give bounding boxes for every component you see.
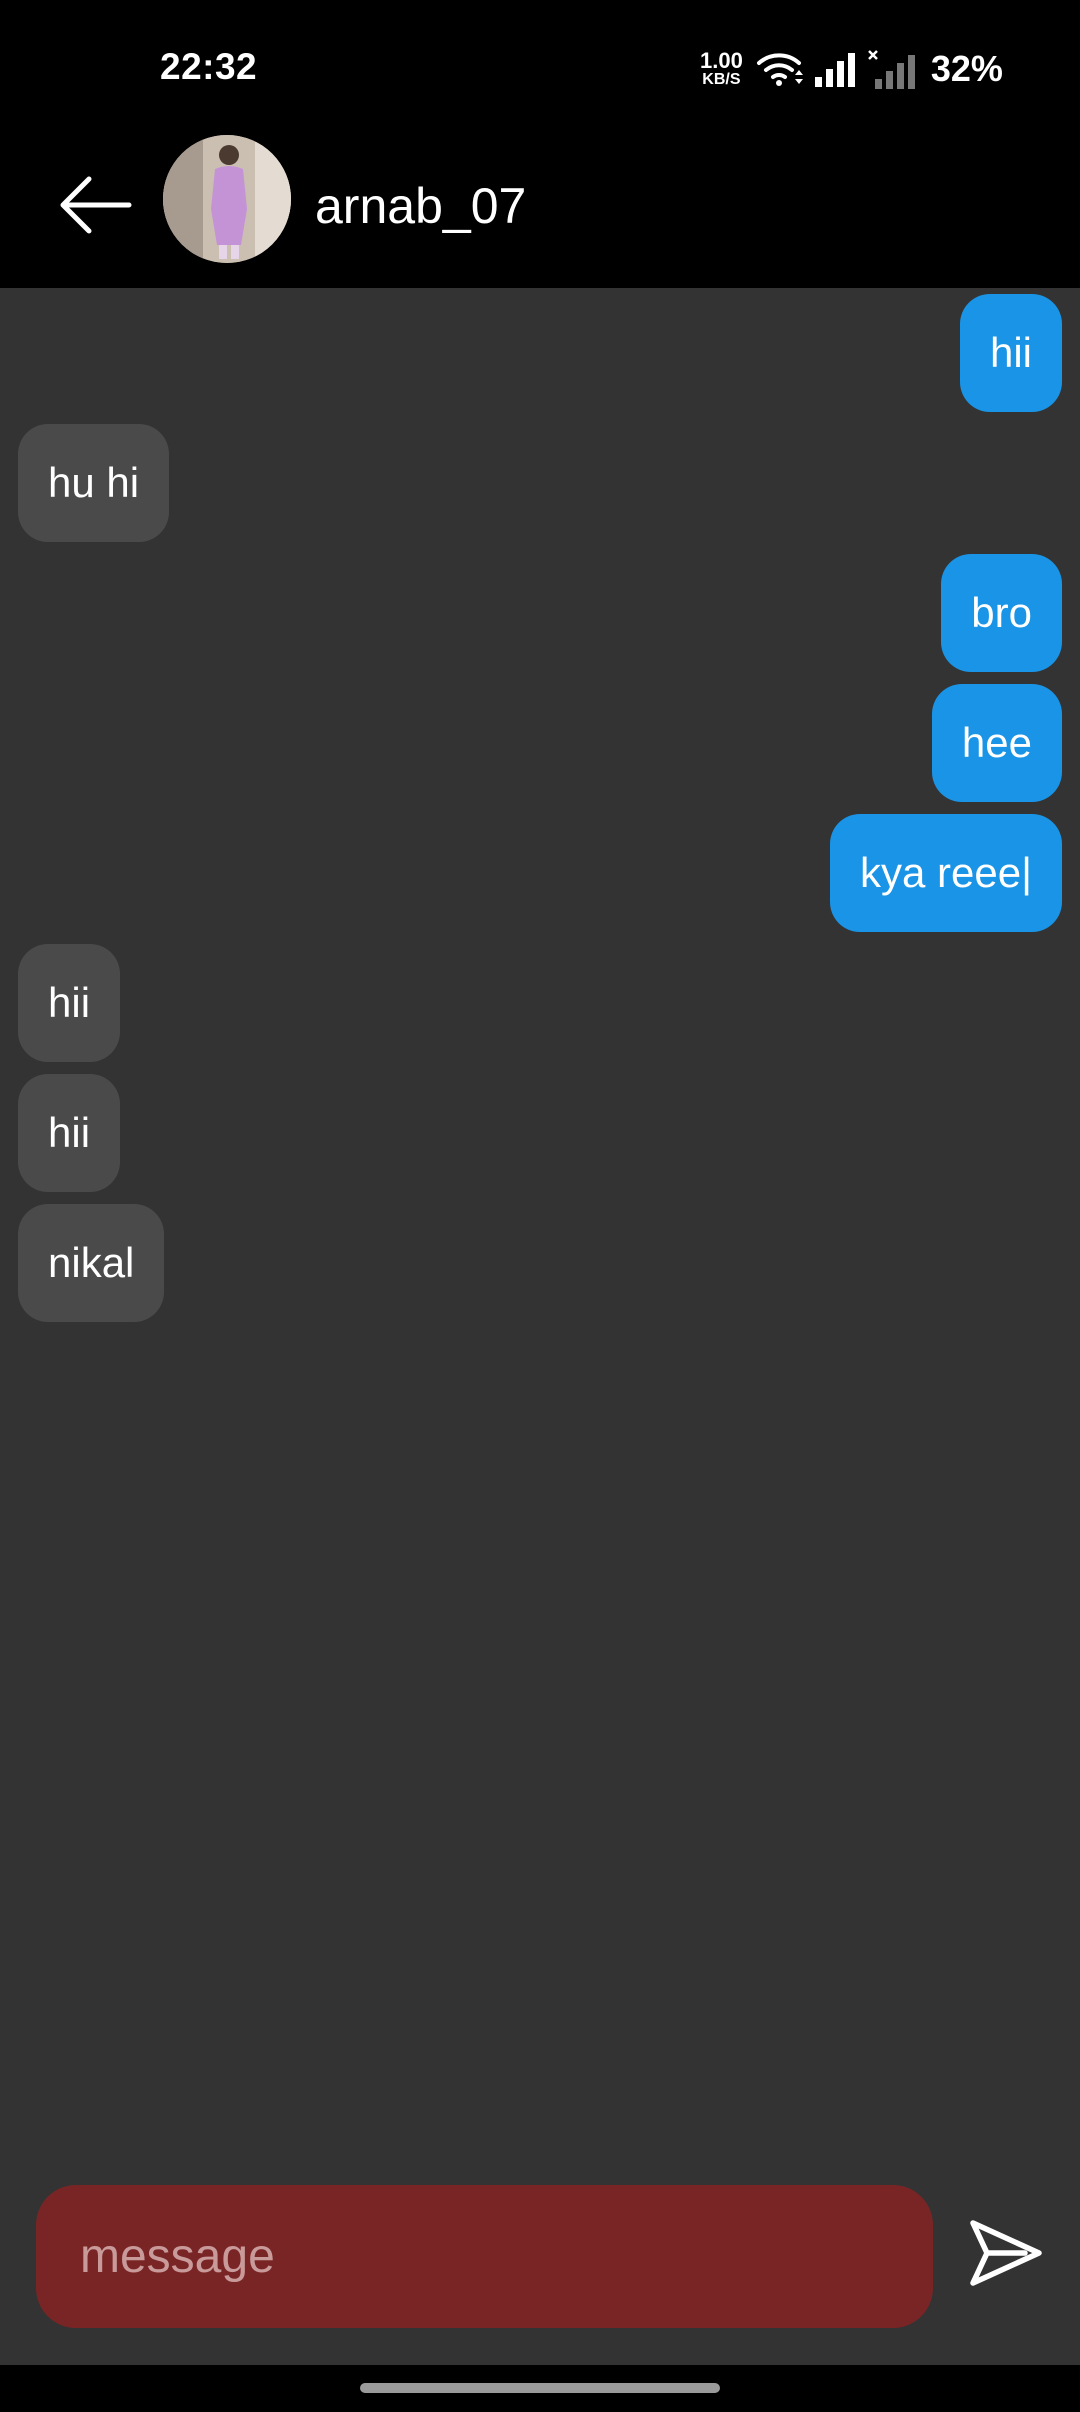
signal-no-service-icon <box>867 50 915 89</box>
home-indicator[interactable] <box>360 2383 720 2393</box>
message-bubble-sent[interactable]: kya reee| <box>830 814 1062 932</box>
avatar[interactable] <box>163 135 291 263</box>
back-button[interactable] <box>55 165 135 245</box>
network-speed-value: 1.00 <box>700 48 743 73</box>
signal-icon <box>814 53 855 87</box>
send-button[interactable] <box>955 2203 1055 2303</box>
send-icon <box>970 2220 1042 2286</box>
message-bubble-sent[interactable]: hii <box>959 294 1062 412</box>
message-bubble-received[interactable]: hii <box>18 1074 121 1192</box>
status-time: 22:32 <box>160 46 258 87</box>
system-nav-bar <box>0 2365 1080 2412</box>
message-bubble-received[interactable]: hii <box>18 944 121 1062</box>
battery-level: 32% <box>930 48 1003 89</box>
contact-name[interactable]: arnab_07 <box>315 177 526 235</box>
arrow-left-icon <box>60 176 132 234</box>
status-bar: 22:32 1.00 KB/S 32% <box>0 0 1080 135</box>
message-bubble-received[interactable]: nikal <box>18 1204 165 1322</box>
wifi-icon <box>756 53 803 86</box>
status-icons: 1.00 KB/S 32% <box>700 44 1003 94</box>
network-speed: 1.00 KB/S <box>700 50 743 88</box>
avatar-photo <box>163 135 291 263</box>
message-bubble-received[interactable]: hu hi <box>18 424 170 542</box>
message-list[interactable]: hii hu hi bro hee kya reee| hii hii nika… <box>0 288 1080 2365</box>
message-bubble-sent[interactable]: hee <box>931 684 1062 802</box>
chat-header: arnab_07 <box>0 135 1080 288</box>
message-bubble-sent[interactable]: bro <box>941 554 1062 672</box>
network-speed-unit: KB/S <box>702 71 741 88</box>
message-input[interactable] <box>36 2185 933 2328</box>
